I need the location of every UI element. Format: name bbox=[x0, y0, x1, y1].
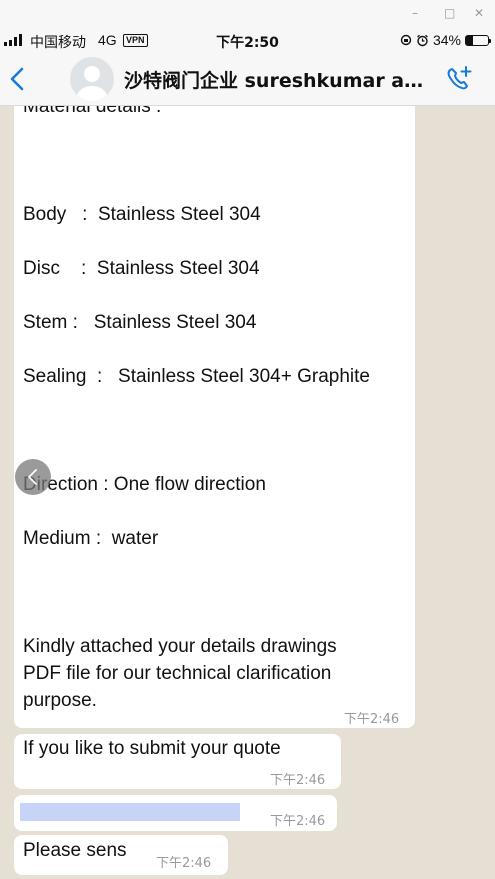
message-line: purpose. bbox=[23, 690, 97, 711]
message-bubble: If you like to submit your quote 下午2:46 bbox=[14, 734, 341, 789]
close-button[interactable]: ✕ bbox=[474, 6, 484, 20]
rotation-lock-icon bbox=[400, 34, 412, 46]
message-text: Please sens bbox=[23, 840, 127, 861]
message-line: Kindly attached your details drawings bbox=[23, 636, 337, 657]
message-timestamp: 下午2:46 bbox=[270, 773, 326, 788]
chat-area[interactable]: Material details : Body : Stainless Stee… bbox=[0, 106, 495, 879]
message-line: Body : Stainless Steel 304 bbox=[23, 204, 261, 225]
avatar-icon[interactable] bbox=[70, 57, 114, 101]
window-title-bar: – □ ✕ bbox=[0, 0, 495, 30]
status-bar: 中国移动 4G VPN 下午2:50 34% bbox=[0, 30, 495, 52]
chat-title[interactable]: 沙特阀门企业 sureshkumar aru... bbox=[124, 66, 429, 93]
message-line: Direction : One flow direction bbox=[23, 474, 266, 495]
previous-chevron-button[interactable] bbox=[15, 459, 51, 495]
battery-level-fill bbox=[466, 35, 474, 45]
chat-header: 沙特阀门企业 sureshkumar aru... bbox=[0, 52, 495, 106]
minimize-button[interactable]: – bbox=[412, 6, 418, 20]
message-bubble-material-details: Material details : Body : Stainless Stee… bbox=[14, 106, 415, 728]
message-line: Medium : water bbox=[23, 528, 159, 549]
add-call-icon[interactable] bbox=[443, 64, 475, 94]
message-timestamp: 下午2:46 bbox=[270, 814, 326, 829]
message-line: Stem : Stainless Steel 304 bbox=[23, 312, 257, 333]
message-bubble-redacted: 下午2:46 bbox=[14, 795, 337, 831]
message-line: Sealing : Stainless Steel 304+ Graphite bbox=[23, 366, 370, 387]
message-line: Material details : bbox=[23, 106, 162, 117]
battery-percent: 34% bbox=[432, 32, 461, 48]
back-chevron-icon[interactable] bbox=[6, 65, 30, 93]
message-bubble: Please sens 下午2:46 bbox=[14, 835, 228, 875]
message-line: Disc : Stainless Steel 304 bbox=[23, 258, 260, 279]
message-timestamp: 下午2:46 bbox=[344, 712, 400, 727]
chevron-left-icon bbox=[28, 469, 37, 485]
battery-icon bbox=[465, 34, 491, 46]
message-timestamp: 下午2:46 bbox=[156, 856, 212, 871]
maximize-button[interactable]: □ bbox=[444, 6, 455, 20]
status-right-group: 34% bbox=[400, 32, 491, 48]
message-line: PDF file for our technical clarification bbox=[23, 663, 332, 684]
redaction-block bbox=[20, 803, 240, 821]
alarm-icon bbox=[417, 34, 428, 46]
message-text: If you like to submit your quote bbox=[23, 738, 281, 759]
